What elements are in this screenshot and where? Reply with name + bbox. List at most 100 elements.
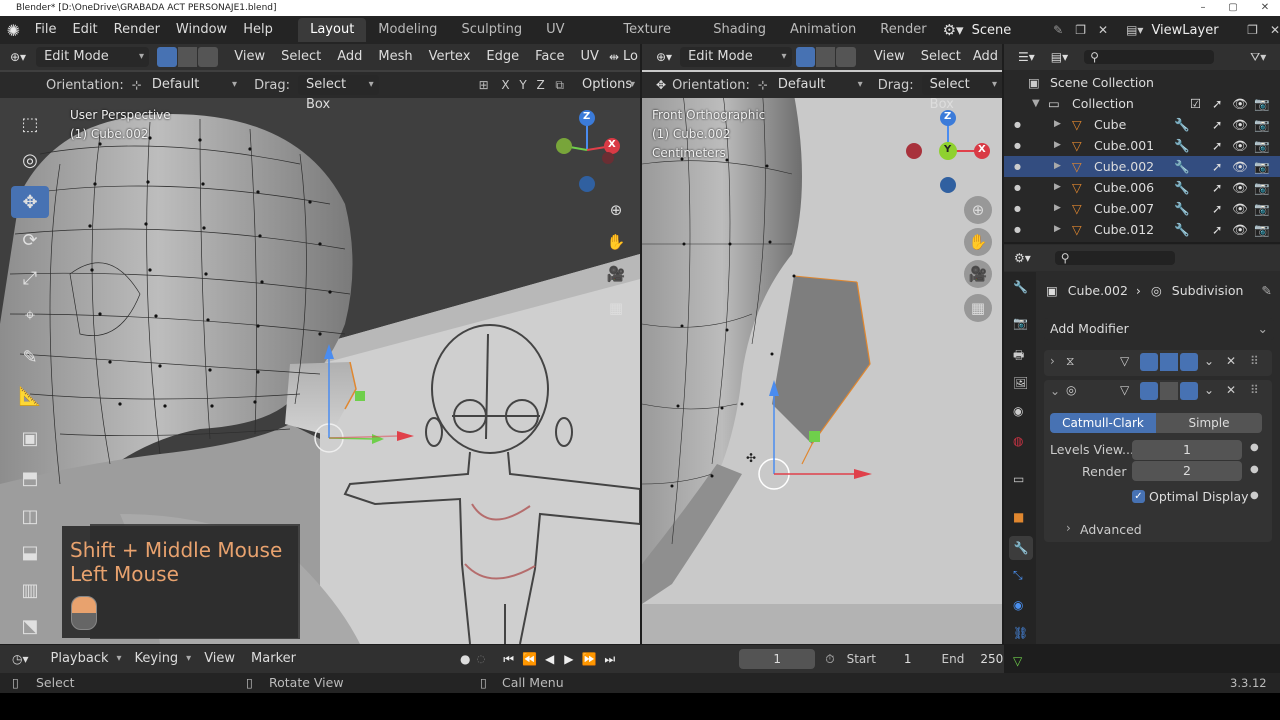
menu-select[interactable]: Select — [273, 45, 329, 69]
modifier-wrench-icon[interactable]: 🔧 — [1174, 156, 1190, 177]
visibility-eye-icon[interactable]: 👁 — [1232, 198, 1248, 219]
right-ortho-grid-icon[interactable]: ▦ — [964, 294, 992, 322]
right-menu-select[interactable]: Select — [913, 45, 969, 69]
data-tab-icon[interactable]: ▽ — [1013, 654, 1022, 668]
play-reverse-icon[interactable]: ◀ — [545, 652, 554, 666]
visibility-eye-icon[interactable]: 👁 — [1232, 114, 1248, 135]
menu-render[interactable]: Render — [106, 16, 168, 44]
expand-arrow-icon[interactable]: ▶ — [1054, 135, 1061, 156]
selectable-arrow-icon[interactable]: ➚ — [1212, 114, 1222, 135]
view-layer-icon[interactable]: ▤▾ — [1126, 23, 1143, 37]
render-camera-icon[interactable]: 📷 — [1254, 177, 1270, 198]
preview-range-icon[interactable]: ⏱ — [825, 652, 834, 667]
keying-set-icon[interactable]: ◌ — [476, 654, 485, 665]
minimize-button[interactable]: – — [1188, 0, 1218, 16]
physics-tab-icon[interactable]: ◉ — [1013, 598, 1023, 612]
collection-tab-icon[interactable]: ▭ — [1013, 472, 1024, 486]
menu-window[interactable]: Window — [168, 16, 235, 44]
filter-icon[interactable]: ⛛▾ — [1250, 50, 1266, 65]
workspace-tab-render[interactable]: Render — [868, 18, 938, 42]
modifier2-viewport-icon[interactable] — [1160, 382, 1178, 400]
right-3d-viewport[interactable]: ✣ Front Orthographic (1) Cube.002 Centim… — [642, 44, 1002, 644]
simple-button[interactable]: Simple — [1156, 413, 1262, 433]
right-drag-dropdown[interactable]: Select Box — [921, 75, 1002, 112]
ortho-grid-icon[interactable]: ▦ — [602, 294, 630, 322]
modifier2-render-icon[interactable] — [1180, 382, 1198, 400]
optimal-display-checkbox[interactable]: ✓ — [1132, 490, 1145, 503]
modifier1-render-icon[interactable] — [1180, 353, 1198, 371]
rotate-tool-icon[interactable]: ⟳ — [11, 224, 49, 256]
view-layer-tab-icon[interactable]: 🖼 — [1013, 376, 1028, 390]
annotate-tool-icon[interactable]: ✎ — [11, 341, 49, 373]
play-icon[interactable]: ▶ — [564, 652, 573, 666]
levels-viewport-field[interactable]: 1 — [1132, 440, 1242, 460]
menu-view[interactable]: View — [226, 45, 273, 69]
transform-tool-icon[interactable]: ⌖ — [11, 299, 49, 331]
expand-arrow-icon[interactable]: ▶ — [1054, 219, 1061, 240]
right-navigation-gizmo[interactable]: Z Y X — [906, 108, 996, 198]
mirror-y-toggle[interactable]: Y — [514, 78, 532, 92]
mirror-z-toggle[interactable]: Z — [532, 78, 550, 92]
modifier2-delete-icon[interactable]: ✕ — [1226, 383, 1236, 397]
visibility-eye-icon[interactable]: 👁 — [1232, 135, 1248, 156]
collapse-arrow-icon[interactable]: ▼ — [1032, 93, 1040, 114]
right-zoom-icon[interactable]: ⊕ — [964, 196, 992, 224]
keying-menu[interactable]: Keying — [127, 649, 197, 669]
scene-tab-icon[interactable]: ◉ — [1013, 404, 1023, 418]
right-select-mode-face-icon[interactable] — [836, 47, 856, 67]
playback-menu[interactable]: Playback — [43, 649, 127, 669]
modifier1-cage-icon[interactable] — [1140, 353, 1158, 371]
blender-logo-icon[interactable]: ✺ — [0, 21, 27, 40]
modifier-wrench-icon[interactable]: 🔧 — [1174, 177, 1190, 198]
optimal-keyframe-dot-icon[interactable]: ● — [1250, 490, 1259, 501]
left-3d-viewport[interactable]: ⬚ ◎ ✥ ⟳ ⤢ ⌖ ✎ 📐 ▣ ⬒ ◫ ⬓ ▥ ⬔ User Perspec… — [0, 44, 640, 644]
modifier1-delete-icon[interactable]: ✕ — [1226, 354, 1236, 368]
advanced-section-label[interactable]: Advanced — [1080, 522, 1142, 537]
gizmo-plane-handle[interactable] — [355, 391, 365, 401]
selectable-arrow-icon[interactable]: ➚ — [1212, 177, 1222, 198]
particles-tab-icon[interactable]: ⤡ — [1013, 568, 1023, 583]
render-camera-icon[interactable]: 📷 — [1254, 198, 1270, 219]
modifier2-cage-icon[interactable] — [1140, 382, 1158, 400]
expand-arrow-icon[interactable]: ▶ — [1054, 177, 1061, 198]
modifier1-editmode-icon[interactable]: ▽ — [1120, 354, 1129, 368]
scale-tool-icon[interactable]: ⤢ — [11, 262, 49, 294]
outliner-editor-icon[interactable]: ☰▾ — [1018, 50, 1035, 64]
modifier-wrench-icon[interactable]: 🔧 — [1174, 198, 1190, 219]
selectable-arrow-icon[interactable]: ➚ — [1212, 93, 1222, 114]
expand-arrow-icon[interactable]: ▶ — [1054, 156, 1061, 177]
timeline-editor-icon[interactable]: ◷▾ — [12, 652, 29, 666]
extrude-tool-icon[interactable]: ⬒ — [11, 462, 49, 494]
render-keyframe-dot-icon[interactable]: ● — [1250, 464, 1259, 475]
workspace-tab-uv-editing[interactable]: UV Editing — [534, 18, 611, 61]
right-editor-type-icon[interactable]: ⊕▾ — [642, 50, 680, 64]
options-dropdown[interactable]: Options — [574, 75, 640, 95]
right-camera-view-icon[interactable]: 🎥 — [964, 260, 992, 288]
selectable-arrow-icon[interactable]: ➚ — [1212, 135, 1222, 156]
menu-add[interactable]: Add — [329, 45, 370, 69]
outliner-collection-row[interactable]: ▼ ▭ Collection ☑ ➚ 👁 📷 — [1004, 93, 1280, 114]
modifier2-editmode-icon[interactable]: ▽ — [1120, 383, 1129, 397]
pin-properties-icon[interactable]: ✎ — [1261, 283, 1271, 298]
menu-edge[interactable]: Edge — [478, 45, 527, 69]
object-tab-icon[interactable]: ■ — [1013, 510, 1024, 524]
snap-icon[interactable]: ⧉ — [555, 78, 564, 93]
selectable-arrow-icon[interactable]: ➚ — [1212, 156, 1222, 177]
select-mode-edge-icon[interactable] — [177, 47, 198, 67]
right-mode-selector[interactable]: Edit Mode — [680, 47, 792, 67]
modifier-collapsed-row[interactable]: › ⧖ ▽ ⌄ ✕ ⠿ — [1044, 350, 1272, 376]
render-camera-icon[interactable]: 📷 — [1254, 93, 1270, 114]
pin-icon[interactable]: ✎ — [1053, 23, 1063, 37]
new-view-layer-icon[interactable]: ❐ — [1247, 23, 1258, 37]
outliner-item[interactable]: ● ▶ ▽ Cube.002 🔧 ➚ 👁 📷 — [1004, 156, 1280, 177]
modifier1-menu-icon[interactable]: ⌄ — [1204, 354, 1214, 368]
menu-uv[interactable]: UV — [573, 45, 607, 69]
zoom-icon[interactable]: ⊕ — [602, 196, 630, 224]
levels-keyframe-dot-icon[interactable]: ● — [1250, 442, 1259, 453]
render-camera-icon[interactable]: 📷 — [1254, 156, 1270, 177]
properties-editor-icon[interactable]: ⚙▾ — [1014, 251, 1031, 265]
exclude-checkbox-icon[interactable]: ☑ — [1190, 93, 1201, 114]
view-layer-name[interactable]: ViewLayer — [1151, 23, 1247, 38]
right-orientation-dropdown[interactable]: Default — [770, 75, 868, 95]
right-pan-hand-icon[interactable]: ✋ — [964, 228, 992, 256]
